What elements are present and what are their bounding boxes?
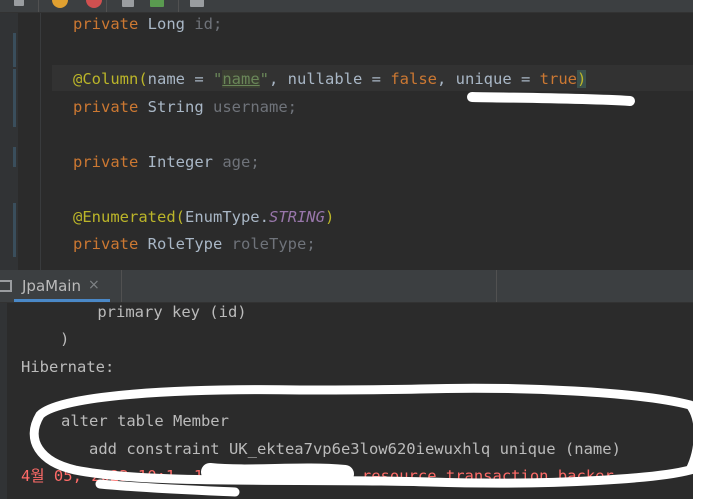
structure-icon[interactable] — [14, 0, 24, 6]
editor-toolbar — [0, 0, 693, 13]
console-output[interactable]: primary key (id) ) Hibernate: alter tabl… — [0, 303, 693, 499]
type-name: Integer — [147, 153, 213, 171]
code-line[interactable]: @Enumerated(EnumType.STRING) — [73, 206, 334, 228]
keyword: private — [73, 235, 139, 253]
coverage-icon[interactable] — [52, 0, 68, 8]
right-margin — [693, 0, 721, 499]
run-config-icon[interactable] — [122, 0, 134, 7]
close-paren: ) — [324, 208, 335, 226]
build-icon[interactable] — [150, 0, 164, 7]
toolbar-separator — [178, 0, 179, 12]
change-marker[interactable] — [13, 69, 16, 127]
console-line: Hibernate: — [21, 358, 115, 376]
profiler-icon[interactable] — [86, 0, 102, 8]
code-line[interactable]: private Long id; — [73, 13, 222, 35]
code-line[interactable]: private Integer age; — [73, 151, 260, 173]
indent-guide — [40, 13, 41, 270]
close-icon[interactable]: × — [88, 277, 100, 293]
code-line[interactable]: @Column(name = "name", nullable = false,… — [73, 68, 587, 90]
field-name: username; — [213, 98, 298, 116]
enum-constant: STRING — [268, 208, 325, 226]
tab-jpamain[interactable]: JpaMain × — [14, 270, 110, 302]
editor-gutter[interactable] — [0, 13, 18, 270]
change-marker[interactable] — [13, 203, 16, 257]
more-icon[interactable] — [190, 0, 204, 7]
console-icon[interactable] — [0, 280, 12, 292]
console-line: add constraint UK_ektea7vp6e3low620iewux… — [61, 440, 621, 458]
tab-label: JpaMain — [22, 277, 81, 295]
keyword: private — [73, 98, 139, 116]
ide-window: private Long id; @Column(name = "name", … — [0, 0, 721, 499]
change-marker[interactable] — [13, 147, 16, 167]
string-literal: "name" — [212, 70, 269, 88]
field-name: roleType; — [231, 235, 316, 253]
annotation: @Enumerated( — [73, 208, 185, 226]
annotation: @Column( — [73, 70, 148, 88]
console-line: alter table Member — [61, 412, 229, 430]
toolbar-separator — [38, 0, 39, 12]
console-error-line: 4월 05, 2023 10:1 1 PM org. ... ate resou… — [21, 467, 614, 485]
boolean-literal: true — [539, 70, 577, 88]
code-line[interactable]: private String username; — [73, 96, 297, 118]
header-divider — [121, 270, 122, 302]
field-name: age; — [222, 153, 260, 171]
code-editor[interactable]: private Long id; @Column(name = "name", … — [0, 0, 693, 270]
console-gutter — [0, 303, 7, 499]
param-part: , unique = — [437, 70, 540, 88]
code-line[interactable]: private RoleType roleType; — [73, 233, 316, 255]
keyword: private — [73, 15, 139, 33]
type-name: String — [147, 98, 204, 116]
active-tab-indicator — [14, 299, 110, 302]
param-key: name — [147, 70, 185, 88]
toolbar-separator — [106, 0, 107, 12]
header-divider — [496, 270, 497, 302]
type-name: Long — [147, 15, 185, 33]
param-part: , nullable = — [269, 70, 391, 88]
type-name: RoleType — [147, 235, 223, 253]
close-paren: ) — [576, 70, 587, 88]
change-marker[interactable] — [13, 33, 16, 67]
console-line: primary key (id) — [60, 303, 247, 321]
field-name: id; — [194, 15, 223, 33]
boolean-literal: false — [390, 70, 437, 88]
string-highlight: name — [222, 70, 260, 88]
keyword: private — [73, 153, 139, 171]
console-line: ) — [60, 330, 70, 348]
enum-class: EnumType. — [184, 208, 269, 226]
operator: = — [184, 70, 213, 88]
